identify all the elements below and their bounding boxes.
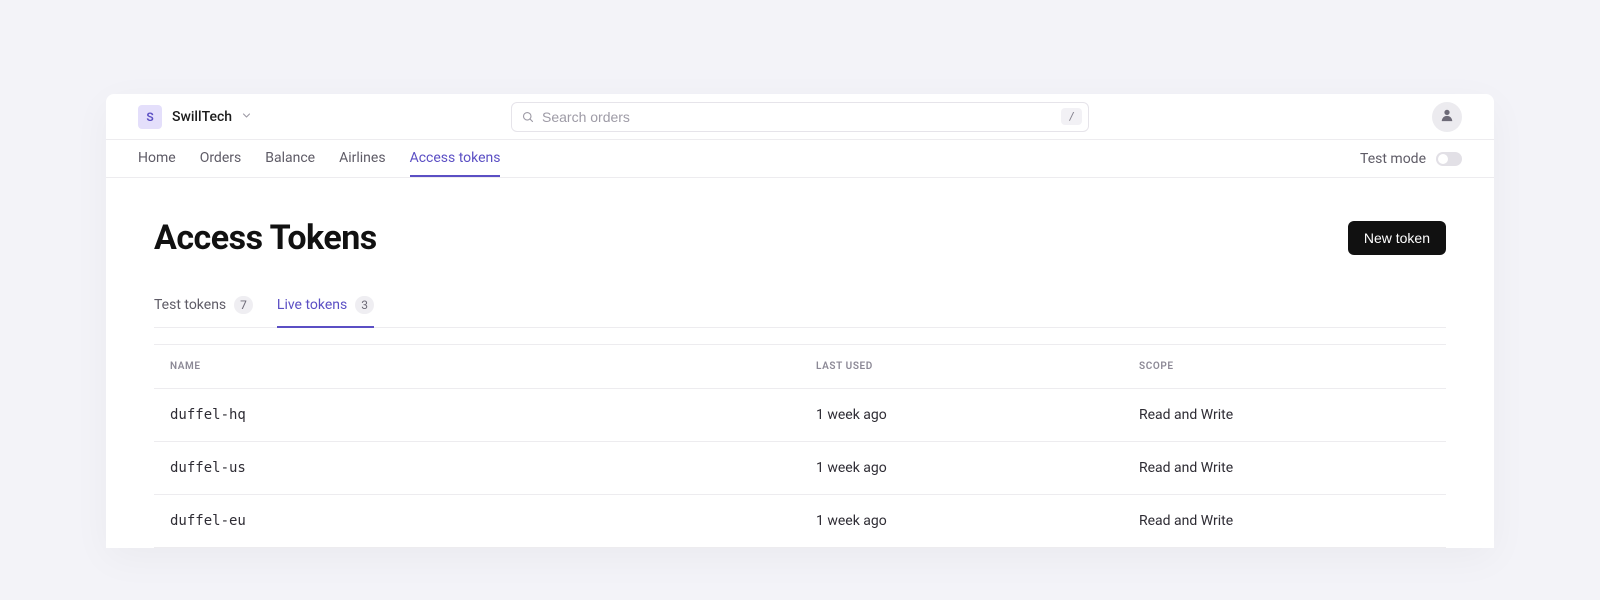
navbar: Home Orders Balance Airlines Access toke…: [106, 140, 1494, 178]
search-field[interactable]: /: [511, 102, 1089, 132]
tokens-table: NAME LAST USED SCOPE duffel-hq 1 week ag…: [154, 344, 1446, 548]
nav-tab-home[interactable]: Home: [138, 140, 176, 177]
page-title: Access Tokens: [154, 218, 377, 258]
cell-scope: Read and Write: [1123, 495, 1446, 548]
search-shortcut-badge: /: [1061, 108, 1082, 125]
nav-tab-label: Access tokens: [410, 150, 501, 166]
page-content: Access Tokens New token Test tokens 7 Li…: [106, 178, 1494, 548]
nav-tab-orders[interactable]: Orders: [200, 140, 242, 177]
cell-last-used: 1 week ago: [800, 389, 1123, 442]
org-switcher[interactable]: S SwillTech: [138, 105, 251, 129]
nav-right: Test mode: [1360, 140, 1462, 177]
cell-name: duffel-eu: [154, 495, 800, 548]
chevron-down-icon: [242, 111, 251, 123]
nav-tab-label: Orders: [200, 150, 242, 166]
subtab-count-badge: 3: [355, 296, 374, 314]
cell-last-used: 1 week ago: [800, 442, 1123, 495]
subtab-count-badge: 7: [234, 296, 253, 314]
new-token-button[interactable]: New token: [1348, 221, 1446, 255]
org-initial: S: [146, 110, 153, 124]
org-name: SwillTech: [172, 109, 232, 125]
search-container: /: [511, 102, 1089, 132]
nav-tab-label: Home: [138, 150, 176, 166]
page-header: Access Tokens New token: [154, 218, 1446, 258]
cell-name: duffel-hq: [154, 389, 800, 442]
search-icon: [522, 111, 534, 123]
nav-tab-airlines[interactable]: Airlines: [339, 140, 385, 177]
toggle-knob: [1438, 154, 1448, 164]
table-row[interactable]: duffel-us 1 week ago Read and Write: [154, 442, 1446, 495]
subtab-label: Live tokens: [277, 297, 347, 313]
org-avatar: S: [138, 105, 162, 129]
col-header-scope: SCOPE: [1123, 345, 1446, 389]
subtab-label: Test tokens: [154, 297, 226, 313]
cell-last-used: 1 week ago: [800, 495, 1123, 548]
cell-scope: Read and Write: [1123, 442, 1446, 495]
nav-tab-access-tokens[interactable]: Access tokens: [410, 140, 501, 177]
nav-tab-balance[interactable]: Balance: [265, 140, 315, 177]
testmode-label: Test mode: [1360, 151, 1426, 167]
button-label: New token: [1364, 230, 1430, 246]
table-row[interactable]: duffel-eu 1 week ago Read and Write: [154, 495, 1446, 548]
subtab-test-tokens[interactable]: Test tokens 7: [154, 296, 253, 328]
col-header-name: NAME: [154, 345, 800, 389]
cell-name: duffel-us: [154, 442, 800, 495]
subtab-live-tokens[interactable]: Live tokens 3: [277, 296, 374, 328]
token-subtabs: Test tokens 7 Live tokens 3: [154, 296, 1446, 328]
cell-scope: Read and Write: [1123, 389, 1446, 442]
nav-tab-label: Balance: [265, 150, 315, 166]
topbar: S SwillTech /: [106, 94, 1494, 140]
testmode-toggle[interactable]: [1436, 152, 1462, 166]
col-header-last-used: LAST USED: [800, 345, 1123, 389]
user-icon: [1440, 107, 1454, 126]
table-header-row: NAME LAST USED SCOPE: [154, 345, 1446, 389]
search-input[interactable]: [534, 109, 1061, 125]
nav-tabs: Home Orders Balance Airlines Access toke…: [138, 140, 500, 177]
table-row[interactable]: duffel-hq 1 week ago Read and Write: [154, 389, 1446, 442]
user-avatar[interactable]: [1432, 102, 1462, 132]
app-window: S SwillTech / Home Orders: [106, 94, 1494, 548]
nav-tab-label: Airlines: [339, 150, 385, 166]
